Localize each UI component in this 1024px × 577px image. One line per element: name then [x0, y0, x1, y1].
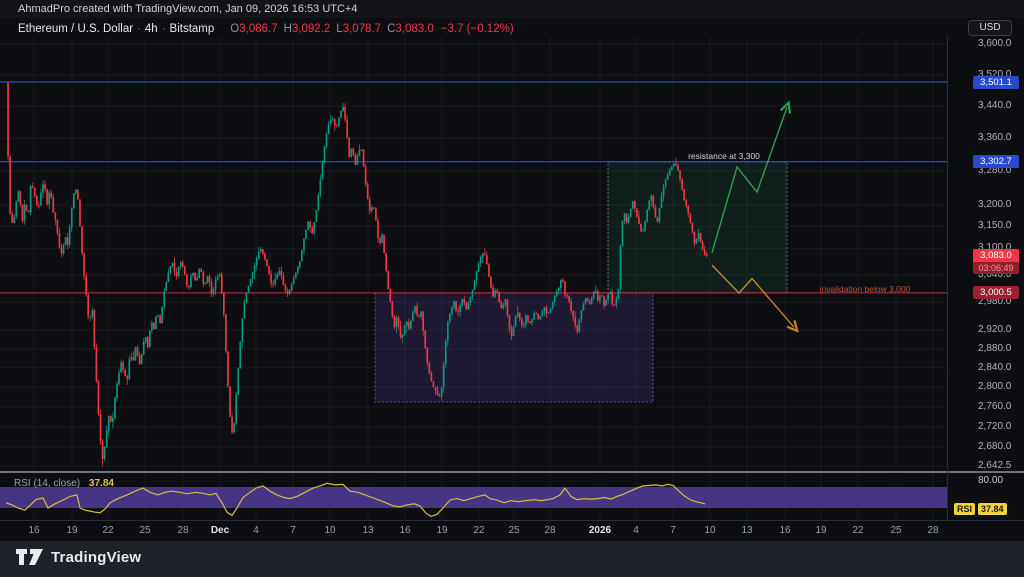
time-tick-label: 19 — [815, 525, 827, 536]
rsi-badge-value: 37.84 — [978, 503, 1007, 515]
grid-lines — [0, 38, 947, 520]
time-tick-label: 2026 — [588, 525, 612, 536]
time-tick-label: 19 — [66, 525, 78, 536]
tradingview-logo-text: TradingView — [51, 548, 142, 566]
separator-dot: · — [161, 23, 166, 35]
tradingview-logo-icon — [16, 549, 43, 565]
low-value: 3,078.7 — [342, 23, 382, 35]
tradingview-chart-screenshot: AhmadPro created with TradingView.com, J… — [0, 0, 1024, 577]
symbol-info-row: Ethereum / U.S. Dollar · 4h · Bitstamp O3,086… — [18, 23, 514, 35]
candles-layer — [7, 82, 708, 467]
price-tick-label: 2,680.0 — [978, 441, 1012, 453]
price-tick-label: 2,880.0 — [978, 342, 1012, 354]
ohlc-values: O3,086.7 H3,092.2 L3,078.7 C3,083.0 −3.7 (−0… — [224, 23, 513, 35]
price-tick-label: 3,150.0 — [978, 220, 1012, 232]
resistance-annotation[interactable]: resistance at 3,300 — [688, 151, 760, 161]
rsi-params: (14, close) — [33, 478, 81, 489]
time-tick-label: 28 — [177, 525, 189, 536]
invalidation-price-label: 3,000.5 — [973, 286, 1019, 300]
price-tick-label: 3,200.0 — [978, 198, 1012, 210]
time-tick-label: 16 — [399, 525, 411, 536]
symbol-title[interactable]: Ethereum / U.S. Dollar — [18, 23, 133, 35]
time-tick-label: 13 — [741, 525, 753, 536]
time-tick-label: 25 — [890, 525, 902, 536]
time-tick-label: 4 — [633, 525, 639, 536]
time-tick-label: 22 — [852, 525, 864, 536]
price-tick-label: 2,800.0 — [978, 381, 1012, 393]
time-tick-label: 28 — [927, 525, 939, 536]
time-tick-label: 25 — [508, 525, 520, 536]
price-tick-label: 2,760.0 — [978, 400, 1012, 412]
open-value: 3,086.7 — [239, 23, 278, 35]
price-tick-label: 2,642.5 — [978, 460, 1012, 472]
chart-canvas[interactable] — [0, 18, 1024, 541]
open-label: O — [230, 23, 240, 35]
bar-close-countdown: 03:06:49 — [973, 262, 1019, 275]
time-tick-label: 7 — [670, 525, 676, 536]
high-value: 3,092.2 — [291, 23, 331, 35]
exchange-label: Bitstamp — [169, 23, 215, 35]
time-tick-label: 4 — [253, 525, 259, 536]
interval-label[interactable]: 4h — [145, 23, 158, 35]
time-axis[interactable]: 16 19 22 25 28 Dec 4 7 10 13 16 19 22 25 28 2026 4 7 10 13 1… — [0, 520, 947, 540]
bottom-bar: TradingView — [0, 541, 1024, 577]
level-price-label: 3,501.1 — [973, 75, 1019, 89]
time-tick-label: 19 — [436, 525, 448, 536]
time-tick-label: 10 — [324, 525, 336, 536]
time-tick-label: 10 — [704, 525, 716, 536]
time-tick-label: 16 — [779, 525, 791, 536]
rsi-badge-label: RSI — [954, 503, 976, 515]
rsi-top-tick-label: 80.00 — [978, 475, 1004, 486]
time-tick-label: 7 — [290, 525, 296, 536]
separator-dot: · — [137, 23, 141, 35]
time-tick-label: 22 — [473, 525, 485, 536]
current-price-label: 3,083.0 03:06:49 — [973, 249, 1019, 275]
time-tick-label: 22 — [102, 525, 114, 536]
rsi-value: 37.84 — [88, 478, 114, 489]
high-label: H — [283, 23, 292, 35]
invalidation-annotation[interactable]: invalidation below 3,000 — [820, 284, 911, 294]
price-tick-label: 3,600.0 — [978, 38, 1012, 49]
attribution-text: AhmadPro created with TradingView.com, J… — [18, 3, 358, 15]
top-bar: AhmadPro created with TradingView.com, J… — [0, 0, 1024, 18]
price-tick-label: 2,840.0 — [978, 361, 1012, 373]
price-tick-label: 2,720.0 — [978, 420, 1012, 432]
rsi-indicator-label[interactable]: RSI (14, close) 37.84 — [14, 478, 114, 489]
time-tick-label: 16 — [28, 525, 40, 536]
level-price-label: 3,302.7 — [973, 155, 1019, 169]
close-value: 3,083.0 — [395, 23, 434, 35]
change-value: −3.7 (−0.12%) — [440, 23, 514, 35]
time-tick-label: 28 — [544, 525, 556, 536]
time-tick-label: Dec — [210, 525, 230, 536]
chart-panel[interactable]: Ethereum / U.S. Dollar · 4h · Bitstamp O3,086… — [0, 18, 1024, 541]
price-tick-label: 3,360.0 — [978, 132, 1012, 144]
rsi-title: RSI — [14, 478, 31, 489]
tradingview-logo[interactable]: TradingView — [16, 548, 141, 566]
time-tick-label: 13 — [362, 525, 374, 536]
time-tick-label: 25 — [139, 525, 151, 536]
rsi-axis-badges: RSI 37.84 — [954, 499, 1010, 517]
price-axis[interactable]: 3,600.0 3,520.0 3,440.0 3,360.0 3,280.0 3,200… — [948, 18, 1024, 540]
price-tick-label: 3,440.0 — [978, 100, 1012, 112]
price-tick-label: 2,920.0 — [978, 323, 1012, 335]
